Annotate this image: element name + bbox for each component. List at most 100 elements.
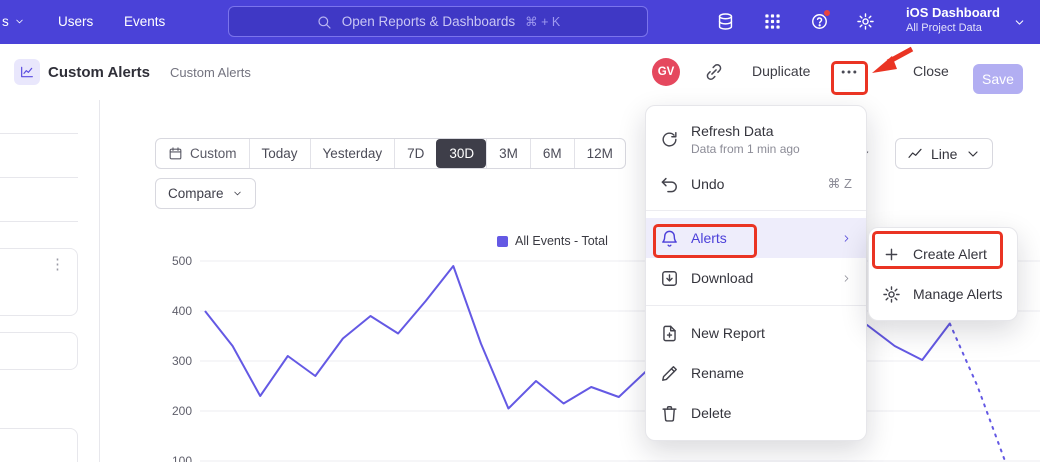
menu-item-undo[interactable]: Undo ⌘ Z (646, 165, 866, 203)
menu-item-label: Refresh Data (691, 123, 852, 139)
svg-text:200: 200 (172, 404, 192, 418)
report-chart-icon (14, 59, 40, 85)
sidebar-card[interactable]: ⋮ (0, 248, 78, 316)
nav-item-events[interactable]: Events (124, 14, 165, 29)
range-label: Custom (190, 146, 237, 161)
chevron-right-icon (841, 273, 852, 284)
compare-button[interactable]: Compare (155, 178, 256, 209)
plus-icon (882, 245, 901, 264)
menu-item-label: Delete (691, 405, 852, 421)
range-30d-selected[interactable]: 30D (436, 139, 486, 168)
bell-icon (660, 229, 679, 248)
notification-dot (823, 9, 831, 17)
undo-icon (660, 175, 679, 194)
kebab-menu-icon[interactable]: ⋮ (50, 255, 65, 273)
report-header: Custom Alerts Custom Alerts GV Duplicate… (0, 44, 1040, 100)
range-label: Today (262, 146, 298, 161)
calendar-icon (168, 146, 183, 161)
compare-label: Compare (168, 186, 224, 201)
project-subtitle: All Project Data (906, 22, 1000, 34)
chevron-down-icon (965, 146, 981, 162)
menu-item-label: New Report (691, 325, 852, 341)
menu-item-refresh-data[interactable]: Refresh Data Data from 1 min ago (646, 113, 866, 165)
report-context-menu: Refresh Data Data from 1 min ago Undo ⌘ … (645, 105, 867, 441)
range-label: Yesterday (323, 146, 383, 161)
range-custom[interactable]: Custom (156, 139, 249, 168)
legend-swatch (497, 236, 508, 247)
save-button[interactable]: Save (973, 64, 1023, 94)
search-icon (316, 14, 332, 30)
svg-text:400: 400 (172, 304, 192, 318)
app-root: { "topnav": { "items": [ { "label": "s" … (0, 0, 1040, 462)
project-name: iOS Dashboard (906, 5, 1000, 20)
svg-text:100: 100 (172, 454, 192, 462)
submenu-item-create-alert[interactable]: Create Alert (869, 234, 1017, 274)
trash-icon (660, 404, 679, 423)
nav-item-label: Events (124, 14, 165, 29)
range-label: 6M (543, 146, 562, 161)
gear-icon[interactable] (856, 12, 875, 31)
menu-divider (646, 305, 866, 306)
refresh-icon (660, 130, 679, 149)
menu-item-label: Rename (691, 365, 852, 381)
nav-item-label: s (2, 14, 9, 29)
range-label: 30D (449, 146, 474, 161)
range-label: 7D (407, 146, 424, 161)
page-title: Custom Alerts (48, 64, 150, 81)
project-selector[interactable]: iOS Dashboard All Project Data (906, 5, 1000, 34)
svg-text:500: 500 (172, 254, 192, 268)
chevron-down-icon (1013, 16, 1026, 29)
menu-item-delete[interactable]: Delete (646, 393, 866, 433)
global-search[interactable]: Open Reports & Dashboards ⌘ + K (228, 6, 648, 37)
sidebar-card[interactable] (0, 428, 78, 462)
menu-item-new-report[interactable]: New Report (646, 313, 866, 353)
top-navbar: s Users Events Open Reports & Dashboards… (0, 0, 1040, 44)
sidebar-divider (0, 133, 78, 134)
range-label: 3M (499, 146, 518, 161)
range-12m[interactable]: 12M (574, 139, 625, 168)
nav-item-boards-partial[interactable]: s (2, 14, 25, 29)
pencil-icon (660, 364, 679, 383)
alerts-submenu: Create Alert Manage Alerts (868, 227, 1018, 321)
left-sidebar: ⋮ (0, 100, 100, 462)
range-yesterday[interactable]: Yesterday (310, 139, 395, 168)
download-icon (660, 269, 679, 288)
duplicate-button[interactable]: Duplicate (752, 63, 810, 79)
chart-type-label: Line (931, 146, 957, 162)
more-options-button[interactable] (839, 62, 859, 82)
avatar[interactable]: GV (652, 58, 680, 86)
submenu-item-manage-alerts[interactable]: Manage Alerts (869, 274, 1017, 314)
breadcrumb[interactable]: Custom Alerts (170, 65, 251, 80)
gear-icon (882, 285, 901, 304)
menu-item-subtitle: Data from 1 min ago (691, 142, 852, 156)
menu-item-rename[interactable]: Rename (646, 353, 866, 393)
menu-item-shortcut: ⌘ Z (827, 176, 852, 192)
menu-item-label: Download (691, 270, 829, 286)
range-3m[interactable]: 3M (486, 139, 530, 168)
chevron-right-icon (841, 233, 852, 244)
submenu-item-label: Manage Alerts (913, 286, 1004, 302)
chart-type-dropdown[interactable]: Line (895, 138, 993, 169)
menu-item-label: Alerts (691, 230, 829, 246)
apps-grid-icon[interactable] (763, 12, 782, 31)
range-6m[interactable]: 6M (530, 139, 574, 168)
sidebar-divider (0, 221, 78, 222)
date-range-group: Custom Today Yesterday 7D 30D 3M 6M 12M (155, 138, 626, 169)
range-today[interactable]: Today (249, 139, 310, 168)
chart-legend[interactable]: All Events - Total (497, 234, 608, 248)
sidebar-divider (0, 177, 78, 178)
legend-label: All Events - Total (515, 234, 608, 248)
menu-item-alerts[interactable]: Alerts (646, 218, 866, 258)
menu-divider (646, 210, 866, 211)
range-7d[interactable]: 7D (394, 139, 436, 168)
search-placeholder: Open Reports & Dashboards (342, 14, 515, 29)
share-link-icon[interactable] (704, 62, 724, 82)
line-chart-icon (907, 146, 923, 162)
nav-item-users[interactable]: Users (58, 14, 93, 29)
close-button[interactable]: Close (913, 63, 949, 79)
data-sources-icon[interactable] (716, 12, 735, 31)
sidebar-card[interactable] (0, 332, 78, 370)
menu-item-download[interactable]: Download (646, 258, 866, 298)
nav-item-label: Users (58, 14, 93, 29)
menu-item-label: Undo (691, 176, 815, 192)
